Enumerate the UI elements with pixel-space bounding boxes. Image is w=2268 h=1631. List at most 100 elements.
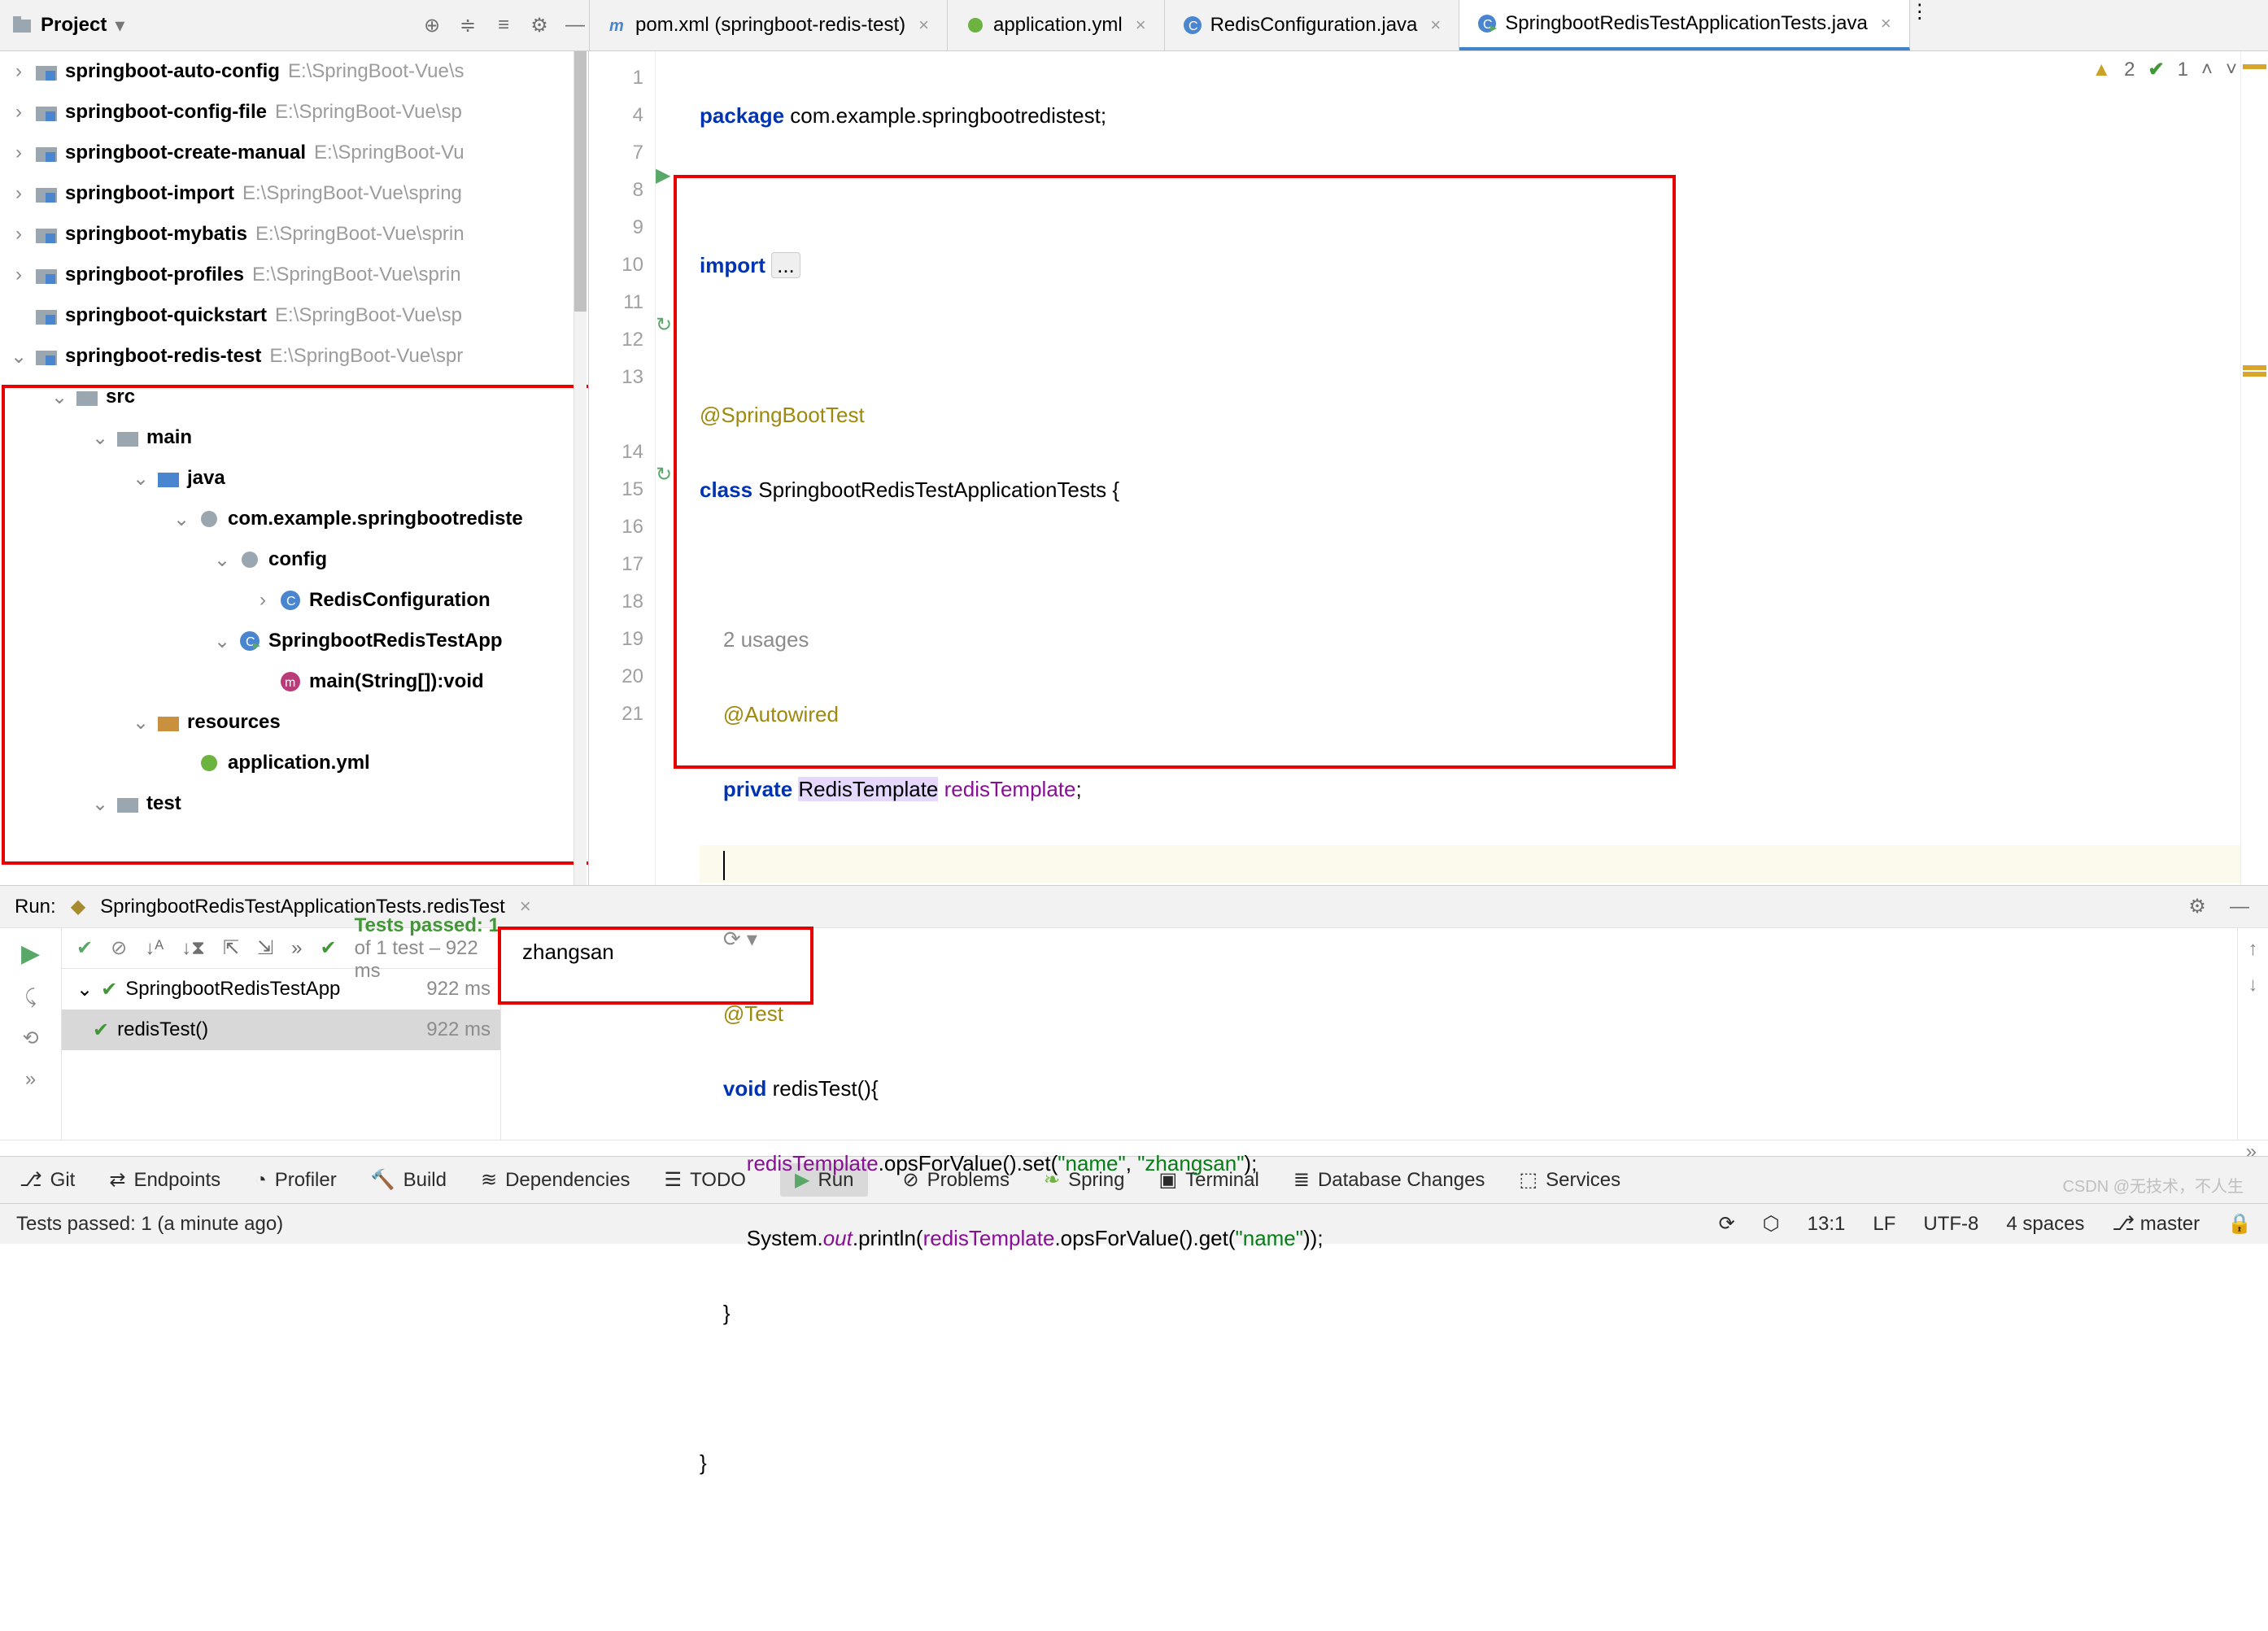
tree-row[interactable]: ⌄com.example.springbootrediste [0,499,588,539]
run-gutter-icon[interactable]: ▶ [656,164,680,201]
tab-yml[interactable]: application.yml × [948,0,1165,50]
code-area[interactable]: package com.example.springbootredistest;… [680,51,2240,885]
tree-node-path: E:\SpringBoot-Vue\sprin [255,223,465,246]
tree-row[interactable]: ›springboot-create-manual E:\SpringBoot-… [0,133,588,173]
console-output[interactable]: zhangsan [501,928,2237,1140]
tabs-more-icon[interactable]: ⋮ [1910,0,1930,50]
tree-scrollbar[interactable] [574,51,587,885]
collapse-icon[interactable]: ≡ [490,11,517,39]
pass-icon: ✔ [321,936,337,960]
tree-arrow-icon[interactable]: › [10,142,28,164]
tree-row[interactable]: ›springboot-mybatis E:\SpringBoot-Vue\sp… [0,214,588,255]
close-icon[interactable]: × [918,15,929,36]
pass-icon: ✔ [101,978,117,1001]
tree-node-path: E:\SpringBoot-Vue\sp [275,304,462,327]
close-icon[interactable]: × [520,896,531,918]
tree-node-icon [117,793,138,814]
tree-arrow-icon[interactable]: ⌄ [132,711,150,735]
tree-row[interactable]: springboot-quickstart E:\SpringBoot-Vue\… [0,295,588,336]
tree-node-path: E:\SpringBoot-Vue\spring [242,182,462,205]
sort-time-icon[interactable]: ↓⧗ [181,937,205,960]
tree-row[interactable]: ›springboot-auto-config E:\SpringBoot-Vu… [0,51,588,92]
tree-row[interactable]: mmain(String[]):void [0,661,588,702]
hammer-icon: 🔨 [371,1168,395,1192]
tree-arrow-icon[interactable]: ⌄ [91,426,109,450]
tree-arrow-icon[interactable]: ⌄ [91,792,109,816]
tree-row[interactable]: ⌄src [0,377,588,417]
tree-arrow-icon[interactable]: › [254,589,272,612]
close-icon[interactable]: × [1881,13,1891,34]
project-tree[interactable]: ›springboot-auto-config E:\SpringBoot-Vu… [0,51,589,885]
run-icon[interactable]: ▶ [21,940,40,968]
tree-row[interactable]: ⌄main [0,417,588,458]
tool-deps[interactable]: ≋Dependencies [481,1168,630,1192]
tab-tests[interactable]: C SpringbootRedisTestApplicationTests.ja… [1459,0,1909,50]
project-label[interactable]: Project [41,14,107,37]
tree-arrow-icon[interactable]: ⌄ [213,630,231,653]
tree-node-icon [36,305,57,326]
minimize-icon[interactable]: — [561,11,589,39]
tree-arrow-icon[interactable]: › [10,101,28,124]
test-tree[interactable]: ✔ ⊘ ↓ᴬ ↓⧗ ⇱ ⇲ » ✔ Tests passed: 1 of 1 t… [62,928,501,1140]
tree-arrow-icon[interactable]: › [10,60,28,83]
tree-arrow-icon[interactable]: ⌄ [10,345,28,369]
arrow-down-icon[interactable]: ↓ [2248,974,2258,996]
tree-row[interactable]: ›springboot-profiles E:\SpringBoot-Vue\s… [0,255,588,295]
arrow-up-icon[interactable]: ↑ [2248,938,2258,961]
editor-markers[interactable] [2240,51,2268,885]
tree-node-icon [36,224,57,245]
tool-endpoints[interactable]: ⇄Endpoints [109,1168,220,1192]
tool-git[interactable]: ⎇Git [20,1168,75,1192]
tool-build[interactable]: 🔨Build [371,1168,447,1192]
expand-icon[interactable]: ⇱ [223,936,239,960]
tree-row[interactable]: ⌄resources [0,702,588,743]
reload-gutter-icon[interactable]: ↻ [656,313,680,351]
tree-row[interactable]: ⌄springboot-redis-test E:\SpringBoot-Vue… [0,336,588,377]
tab-pom[interactable]: m pom.xml (springboot-redis-test) × [590,0,948,50]
chevron-up-icon[interactable]: ˄ [2201,59,2213,81]
tree-arrow-icon[interactable]: ⌄ [213,548,231,572]
reload-gutter-icon[interactable]: ↻ [656,463,680,500]
more-icon[interactable]: » [291,937,302,960]
tab-label: RedisConfiguration.java [1210,14,1418,37]
chevron-down-icon[interactable]: ⌄ [76,978,93,1001]
svg-text:m: m [285,676,295,690]
target-icon[interactable]: ⊕ [418,11,446,39]
toggle-icon[interactable]: ⟲ [22,1027,38,1050]
expand-icon[interactable]: ≑ [454,11,482,39]
tree-row[interactable]: ⌄test [0,783,588,824]
check-icon[interactable]: ✔ [76,936,93,960]
sort-icon[interactable]: ↓ᴬ [145,937,164,960]
disabled-icon[interactable]: ⊘ [111,936,127,960]
tree-row[interactable]: ›springboot-import E:\SpringBoot-Vue\spr… [0,173,588,214]
tab-redisconfig[interactable]: C RedisConfiguration.java × [1165,0,1460,50]
gear-icon[interactable]: ⚙ [526,11,553,39]
tree-node-name: springboot-config-file [65,101,267,124]
collapse-icon[interactable]: ⇲ [257,936,273,960]
chevron-down-icon[interactable]: ▾ [115,14,124,37]
chevron-down-icon[interactable]: ˅ [2226,59,2237,81]
tree-node-icon [36,102,57,123]
test-row-leaf[interactable]: ✔ redisTest() 922 ms [62,1010,500,1050]
tree-arrow-icon[interactable]: ⌄ [172,508,190,531]
check-icon: ✔ [2148,58,2165,81]
tree-row[interactable]: ⌄CSpringbootRedisTestApp [0,621,588,661]
tree-row[interactable]: ›springboot-config-file E:\SpringBoot-Vu… [0,92,588,133]
tree-arrow-icon[interactable]: › [10,223,28,246]
tree-row[interactable]: ⌄config [0,539,588,580]
more-icon[interactable]: » [25,1068,36,1091]
close-icon[interactable]: × [1136,15,1146,36]
tree-arrow-icon[interactable]: ⌄ [50,386,68,409]
tree-node-name: application.yml [228,752,370,774]
tree-row[interactable]: ›CRedisConfiguration [0,580,588,621]
tree-arrow-icon[interactable]: › [10,264,28,286]
tree-row[interactable]: ⌄java [0,458,588,499]
debug-attach-icon[interactable]: ⤹ [24,986,36,1009]
tree-arrow-icon[interactable]: ⌄ [132,467,150,491]
inspections-widget[interactable]: ▲2 ✔1 ˄ ˅ [2091,58,2237,81]
code-editor[interactable]: 1 4 7 8 9 10 11 12 13 14 15 16 17 18 19 … [589,51,2268,885]
tool-profiler[interactable]: ◔Profiler [255,1169,337,1192]
close-icon[interactable]: × [1430,15,1441,36]
tree-row[interactable]: application.yml [0,743,588,783]
tree-arrow-icon[interactable]: › [10,182,28,205]
